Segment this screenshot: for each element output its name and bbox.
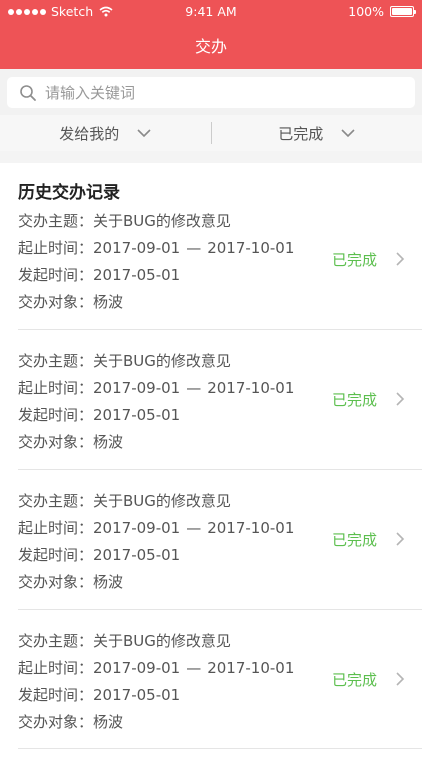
record-topic: 交办主题：关于BUG的修改意见 [18,630,231,651]
status-bar: Sketch 9:41 AM 100% [0,0,422,22]
record-initiated: 发起时间：2017-05-01 [18,684,180,705]
search-icon [19,84,37,102]
record-item[interactable]: 交办主题：关于BUG的修改意见 起止时间：2017-09-01—2017-10-… [0,630,422,770]
chevron-right-icon [394,251,406,267]
battery-percent: 100% [348,4,384,19]
filter-bar: 发给我的 已完成 [0,115,422,151]
chevron-right-icon [394,531,406,547]
record-initiated: 发起时间：2017-05-01 [18,264,180,285]
record-target: 交办对象：杨波 [18,431,123,452]
filter-status-label: 已完成 [278,123,323,144]
status-badge: 已完成 [332,249,377,270]
search-area [0,69,422,115]
status-badge: 已完成 [332,669,377,690]
record-period: 起止时间：2017-09-01—2017-10-01 [18,237,294,258]
record-period: 起止时间：2017-09-01—2017-10-01 [18,657,294,678]
row-divider [18,748,422,749]
record-topic: 交办主题：关于BUG的修改意见 [18,490,231,511]
record-target: 交办对象：杨波 [18,711,123,732]
record-period: 起止时间：2017-09-01—2017-10-01 [18,377,294,398]
record-initiated: 发起时间：2017-05-01 [18,544,180,565]
status-badge: 已完成 [332,529,377,550]
filter-status-dropdown[interactable]: 已完成 [212,115,422,151]
chevron-right-icon [394,671,406,687]
row-divider [18,329,422,330]
chevron-right-icon [394,391,406,407]
search-input[interactable] [45,84,385,102]
record-topic: 交办主题：关于BUG的修改意见 [18,210,231,231]
record-item[interactable]: 交办主题：关于BUG的修改意见 起止时间：2017-09-01—2017-10-… [0,350,422,490]
record-item[interactable]: 交办主题：关于BUG的修改意见 起止时间：2017-09-01—2017-10-… [0,210,422,350]
chevron-down-icon [137,129,151,138]
row-divider [18,469,422,470]
filter-sender-label: 发给我的 [59,123,119,144]
row-divider [18,609,422,610]
record-initiated: 发起时间：2017-05-01 [18,404,180,425]
battery-icon [390,6,414,17]
section-spacer [0,151,422,163]
search-box[interactable] [7,77,415,108]
record-item[interactable]: 交办主题：关于BUG的修改意见 起止时间：2017-09-01—2017-10-… [0,490,422,630]
status-badge: 已完成 [332,389,377,410]
chevron-down-icon [341,129,355,138]
filter-sender-dropdown[interactable]: 发给我的 [0,115,211,151]
record-target: 交办对象：杨波 [18,571,123,592]
record-target: 交办对象：杨波 [18,291,123,312]
page-title: 交办 [0,33,422,57]
nav-header: Sketch 9:41 AM 100% 交办 [0,0,422,69]
battery-info: 100% [348,4,414,19]
record-topic: 交办主题：关于BUG的修改意见 [18,350,231,371]
record-period: 起止时间：2017-09-01—2017-10-01 [18,517,294,538]
history-title: 历史交办记录 [18,178,120,203]
